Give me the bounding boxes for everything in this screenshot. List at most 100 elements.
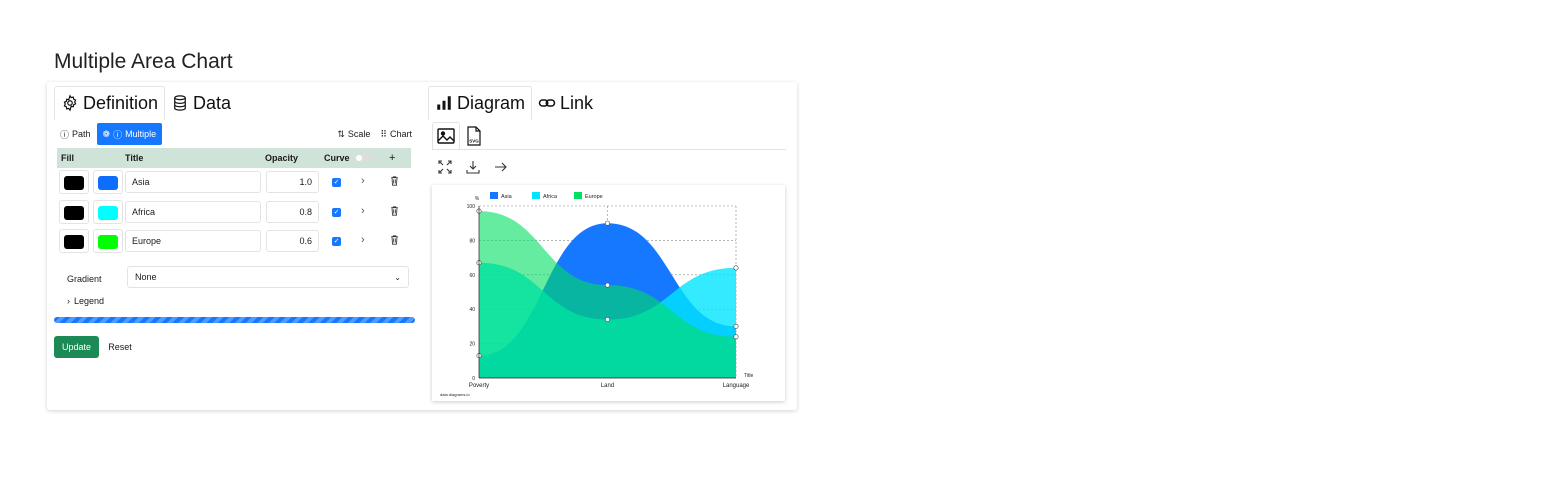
scale-button[interactable]: ⇅ Scale: [337, 129, 370, 140]
fullscreen-icon[interactable]: [438, 160, 452, 174]
x-tick-label: Land: [601, 383, 614, 389]
y-tick-label: 80: [469, 238, 475, 244]
y-axis-label: %: [475, 196, 480, 202]
opacity-input[interactable]: 0.6: [266, 230, 319, 252]
svg-tab[interactable]: SVG: [460, 122, 488, 150]
opacity-value: 0.6: [299, 236, 312, 246]
gradient-label: Gradient: [67, 274, 102, 284]
gradient-value: None: [135, 272, 157, 282]
tab-data-label: Data: [193, 92, 232, 113]
legend-label: Africa: [543, 194, 558, 200]
scale-label: Scale: [347, 129, 371, 139]
fill-header: Fill: [61, 153, 74, 163]
tab-definition-label: Definition: [83, 92, 159, 113]
add-row-icon[interactable]: +: [389, 152, 395, 164]
left-tabs: Definition Data: [54, 86, 237, 120]
stroke-swatch: [64, 206, 84, 220]
series-title-value: Europe: [132, 236, 162, 246]
stroke-color-picker[interactable]: [59, 200, 89, 224]
path-mode-label: Path: [72, 129, 91, 139]
stroke-swatch: [64, 235, 84, 249]
series-title-value: Asia: [132, 177, 150, 187]
fill-swatch: [98, 206, 118, 220]
series-title-input[interactable]: Africa: [125, 201, 261, 223]
legend-toggle-label: Legend: [74, 296, 105, 306]
tab-data[interactable]: Data: [165, 86, 237, 120]
tab-link-label: Link: [560, 92, 594, 113]
opacity-value: 0.8: [299, 207, 312, 217]
table-header: Fill Title Opacity Curve +: [57, 148, 411, 168]
editor-card: Definition Data ⓘ Path ❁ ⓘ Multiple ⇅ Sc…: [47, 82, 797, 410]
opacity-value: 1.0: [299, 177, 312, 187]
y-tick-label: 100: [467, 204, 476, 210]
legend-swatch: [574, 192, 582, 199]
curve-checkbox[interactable]: ✓: [332, 208, 341, 217]
curve-toggle[interactable]: [355, 154, 373, 162]
page-title: Multiple Area Chart: [54, 50, 233, 73]
table-row: Asia 1.0 ✓ ›: [57, 170, 411, 196]
fill-color-picker[interactable]: [93, 229, 123, 253]
sort-icon: ⇅: [337, 128, 345, 139]
y-tick-label: 20: [469, 342, 475, 348]
chart-button[interactable]: ⠿ Chart: [380, 129, 412, 140]
chart-canvas: 0 20 40 60 80 100 Poverty Land Language% Title dat…: [432, 185, 785, 401]
legend-label: Europe: [585, 194, 603, 200]
data-point: [733, 334, 739, 340]
tab-link[interactable]: Link: [532, 86, 599, 120]
curve-checkbox[interactable]: ✓: [332, 178, 341, 187]
series-title-input[interactable]: Asia: [125, 171, 261, 193]
arrow-right-icon[interactable]: [494, 160, 508, 174]
stroke-swatch: [64, 176, 84, 190]
mode-bar-right: ⇅ Scale ⠿ Chart: [337, 129, 412, 140]
chevron-right-icon[interactable]: ›: [361, 205, 365, 217]
stroke-color-picker[interactable]: [59, 229, 89, 253]
legend-toggle[interactable]: › Legend: [67, 296, 104, 306]
legend-swatch: [532, 192, 540, 199]
legend-swatch: [490, 192, 498, 199]
definition-panel: Definition Data ⓘ Path ❁ ⓘ Multiple ⇅ Sc…: [47, 82, 423, 410]
reset-button[interactable]: Reset: [102, 336, 138, 358]
update-button[interactable]: Update: [54, 336, 99, 358]
opacity-input[interactable]: 1.0: [266, 171, 319, 193]
image-tab[interactable]: [432, 122, 460, 150]
trash-icon[interactable]: [390, 235, 399, 245]
chevron-right-icon[interactable]: ›: [361, 234, 365, 246]
table-row: Africa 0.8 ✓ ›: [57, 200, 411, 226]
fill-color-picker[interactable]: [93, 170, 123, 194]
tab-diagram-label: Diagram: [457, 92, 526, 113]
grid-icon: ⠿: [380, 128, 387, 139]
stroke-color-picker[interactable]: [59, 170, 89, 194]
title-header: Title: [125, 153, 144, 163]
fill-swatch: [98, 235, 118, 249]
tab-definition[interactable]: Definition: [54, 86, 166, 120]
y-tick-label: 40: [469, 307, 475, 313]
data-point: [733, 265, 739, 271]
fill-swatch: [98, 176, 118, 190]
right-tabs: Diagram Link: [428, 86, 599, 120]
opacity-input[interactable]: 0.8: [266, 201, 319, 223]
x-tick-label: Poverty: [469, 383, 489, 389]
series-title-input[interactable]: Europe: [125, 230, 261, 252]
tab-diagram[interactable]: Diagram: [428, 86, 533, 120]
export-tabs: SVG: [432, 122, 488, 150]
download-icon[interactable]: [466, 160, 480, 174]
curve-checkbox[interactable]: ✓: [332, 237, 341, 246]
chart-source: data.diagrams.io: [440, 392, 470, 397]
data-point: [605, 282, 611, 288]
trash-icon[interactable]: [390, 176, 399, 186]
chevron-right-icon[interactable]: ›: [361, 175, 365, 187]
chevron-down-icon: ⌄: [394, 272, 401, 282]
progress-bar: [54, 317, 415, 323]
fill-color-picker[interactable]: [93, 200, 123, 224]
chevron-right-icon: ›: [67, 296, 70, 306]
palette-icon: ❁: [102, 128, 111, 139]
svg-file-label: SVG: [469, 139, 479, 144]
diagram-toolbar: [438, 160, 508, 174]
trash-icon[interactable]: [390, 206, 399, 216]
gradient-select[interactable]: None ⌄: [127, 266, 409, 288]
multiple-mode-button[interactable]: ❁ ⓘ Multiple: [96, 123, 163, 145]
link-icon: [538, 99, 556, 107]
path-mode-button[interactable]: ⓘ Path: [54, 123, 97, 145]
x-axis-label: Title: [744, 373, 753, 379]
info-icon: ⓘ: [60, 129, 70, 140]
